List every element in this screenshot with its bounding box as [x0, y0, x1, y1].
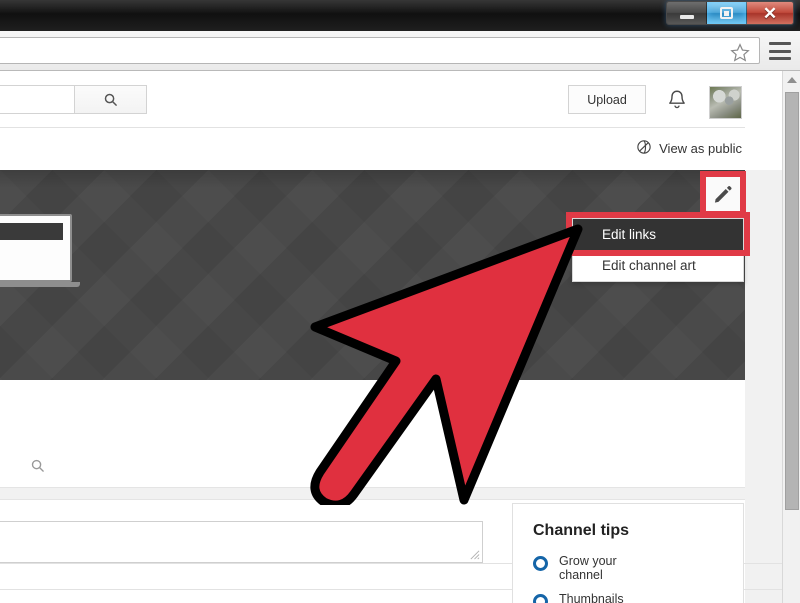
- view-as-public-button[interactable]: View as public: [636, 139, 742, 158]
- youtube-masthead: Upload: [0, 71, 782, 128]
- search-button[interactable]: [74, 85, 147, 114]
- tip-item-thumbnails-help[interactable]: Thumbnails help: [533, 592, 723, 603]
- address-bar[interactable]: [0, 37, 760, 64]
- right-gutter: [745, 170, 782, 603]
- tip-item-grow-your-channel[interactable]: Grow your channel: [533, 554, 723, 582]
- edit-dropdown-menu: Edit links Edit channel art: [572, 218, 744, 282]
- restore-icon: [720, 7, 733, 19]
- right-gutter-top: [745, 71, 782, 170]
- chrome-menu-icon[interactable]: [769, 42, 791, 60]
- laptop-illustration: [0, 214, 80, 292]
- tip-label: Grow your channel: [559, 554, 617, 582]
- scroll-up-arrow-icon: [786, 76, 797, 83]
- avatar[interactable]: [709, 86, 742, 119]
- description-textarea[interactable]: [0, 521, 483, 563]
- menu-line: [769, 42, 791, 45]
- laptop-screen-bar: [0, 223, 63, 240]
- edit-channel-pencil-button[interactable]: [706, 177, 740, 211]
- channel-tips-title: Channel tips: [533, 522, 630, 539]
- channel-tips-card: Channel tips Grow your channel Thumbnail…: [512, 503, 744, 603]
- close-icon: ✕: [762, 3, 778, 23]
- menu-item-edit-channel-art[interactable]: Edit channel art: [573, 250, 743, 281]
- upload-button[interactable]: Upload: [568, 85, 646, 114]
- restore-button[interactable]: [707, 2, 747, 24]
- window-titlebar: ✕: [0, 0, 800, 31]
- globe-icon: [636, 139, 652, 158]
- minimize-button[interactable]: [667, 2, 707, 24]
- laptop-base: [0, 282, 80, 287]
- laptop-screen: [0, 214, 72, 282]
- page-search-icon[interactable]: [30, 458, 45, 478]
- menu-line: [769, 49, 791, 53]
- close-button[interactable]: ✕: [747, 2, 793, 24]
- banner-shade: [0, 170, 745, 188]
- minimize-icon: [679, 14, 694, 19]
- browser-toolbar: [0, 31, 800, 71]
- youtube-search: [0, 85, 147, 114]
- window-controls: ✕: [666, 1, 794, 25]
- tip-label: Thumbnails help: [559, 592, 624, 603]
- tip-ring-icon: [533, 556, 548, 571]
- scroll-up-button[interactable]: [783, 71, 800, 88]
- view-as-public-label: View as public: [659, 141, 742, 156]
- tip-ring-icon: [533, 594, 548, 603]
- section-divider: [0, 487, 782, 500]
- view-as-public-strip: View as public: [0, 128, 782, 170]
- vertical-scrollbar[interactable]: [782, 71, 800, 603]
- menu-line: [769, 57, 791, 60]
- scrollbar-thumb[interactable]: [785, 92, 799, 510]
- menu-item-edit-links[interactable]: Edit links: [573, 219, 743, 250]
- screenshot-root: ✕ Upload View as public Edit links Edit …: [0, 0, 800, 603]
- menu-item-label: Edit links: [602, 227, 657, 242]
- search-input[interactable]: [0, 85, 74, 114]
- notifications-button[interactable]: [664, 87, 690, 113]
- bookmark-star-icon[interactable]: [729, 42, 751, 68]
- resize-grip-icon: [470, 550, 480, 560]
- menu-item-label: Edit channel art: [602, 258, 696, 273]
- upload-button-label: Upload: [587, 92, 627, 107]
